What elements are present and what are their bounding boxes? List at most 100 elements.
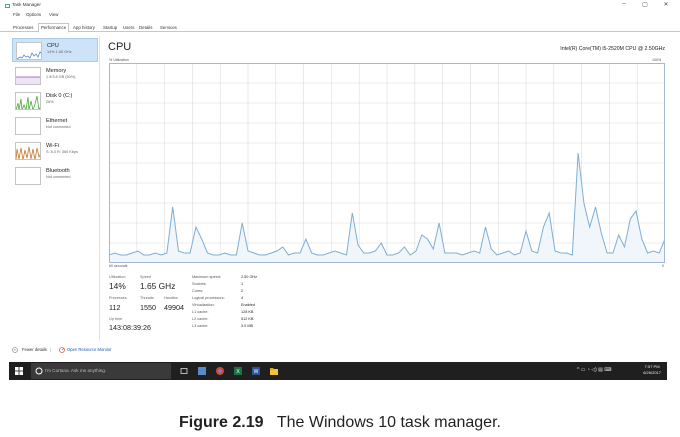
detail-value-l1-cache: 128 KB [241, 310, 254, 314]
tab-services[interactable]: Services [158, 24, 179, 32]
utilization-label: Utilization [109, 275, 126, 279]
tab-bar: Processes Performance App history Startu… [0, 22, 680, 33]
tab-performance[interactable]: Performance [38, 23, 70, 33]
x-axis-left-label: 60 seconds [109, 264, 128, 268]
detail-key-sockets: Sockets: [192, 282, 207, 286]
uptime-value: 143:08:39:26 [109, 323, 151, 332]
windows-taskbar: I'm Cortana. Ask me anything. X W ^ ▭ ◔ … [9, 362, 667, 380]
detail-value-l3-cache: 3.0 MB [241, 324, 254, 328]
figure-caption-text: The Windows 10 task manager. [276, 414, 501, 431]
task-manager-app-icon [5, 4, 10, 8]
sidebar-item-wifi[interactable]: Wi-Fi S: 8.0 R: 360 Kbps [12, 139, 98, 163]
detail-value-sockets: 1 [241, 282, 244, 286]
sidebar-ethernet-title: Ethernet [46, 118, 68, 124]
sidebar-memory-sub: 1.9/3.8 GB (50%) [46, 75, 76, 79]
app-taskbar-icon[interactable] [197, 366, 207, 376]
fewer-details-button[interactable]: Fewer details [22, 347, 47, 352]
y-axis-label: % Utilization [109, 58, 129, 62]
detail-key-max-speed: Maximum speed: [192, 275, 221, 279]
sidebar-item-cpu[interactable]: CPU 14% 1.65 GHz [12, 38, 98, 62]
maximize-button[interactable]: ▢ [639, 1, 651, 8]
tab-startup[interactable]: Startup [101, 24, 119, 32]
bluetooth-thumbnail-graph [15, 167, 41, 185]
disk-thumbnail-graph [15, 92, 41, 110]
speed-value: 1.65 GHz [140, 281, 176, 291]
detail-key-l2-cache: L2 cache: [192, 317, 209, 321]
sidebar-item-bluetooth[interactable]: Bluetooth Not connected [12, 164, 98, 188]
svg-text:W: W [254, 369, 259, 375]
processes-value: 112 [109, 303, 121, 312]
handles-value: 49904 [164, 303, 184, 312]
sidebar-disk-title: Disk 0 (C:) [46, 93, 73, 99]
task-manager-window: Task Manager – ▢ ✕ File Options View Pro… [0, 0, 680, 380]
detail-value-l2-cache: 512 KB [241, 317, 254, 321]
excel-icon[interactable]: X [233, 366, 243, 376]
detail-value-cores: 2 [241, 289, 244, 293]
sidebar-wifi-sub: S: 8.0 R: 360 Kbps [46, 150, 78, 154]
threads-label: Threads [140, 296, 154, 300]
taskbar-clock[interactable]: 7:57 PM 6/26/2017 [643, 364, 661, 376]
tab-app-history[interactable]: App history [71, 24, 97, 32]
menu-view[interactable]: View [49, 12, 58, 17]
utilization-value: 14% [109, 281, 126, 291]
handles-label: Handles [164, 296, 178, 300]
tab-users[interactable]: Users [121, 24, 136, 32]
sidebar-bluetooth-title: Bluetooth [46, 168, 70, 174]
x-axis-right-label: 0 [662, 264, 664, 268]
footer-separator: | [50, 347, 52, 352]
detail-value-max-speed: 2.50 GHz [241, 275, 258, 279]
cortana-search-box[interactable]: I'm Cortana. Ask me anything. [31, 363, 171, 379]
close-button[interactable]: ✕ [660, 1, 672, 8]
detail-key-virtualization: Virtualization: [192, 303, 215, 307]
file-explorer-icon[interactable] [269, 366, 279, 376]
sidebar-item-ethernet[interactable]: Ethernet Not connected [12, 114, 98, 138]
tab-processes[interactable]: Processes [11, 24, 36, 32]
detail-value-logical-processors: 4 [241, 296, 244, 300]
figure-caption-label: Figure 2.19 [179, 414, 264, 431]
menu-file[interactable]: File [13, 12, 20, 17]
system-tray-icons[interactable]: ^ ▭ ◔ ◁) ▤ ⌨ [577, 367, 612, 373]
cortana-circle-icon [35, 367, 43, 375]
detail-key-cores: Cores: [192, 289, 204, 293]
cpu-utilization-graph [109, 63, 665, 263]
minimize-button[interactable]: – [618, 1, 630, 7]
sidebar-cpu-title: CPU [47, 43, 59, 49]
task-view-icon[interactable] [179, 366, 189, 376]
detail-key-l3-cache: L3 cache: [192, 324, 209, 328]
clock-date: 6/26/2017 [643, 370, 661, 375]
sidebar-disk-sub: 26% [46, 100, 54, 104]
menu-options[interactable]: Options [26, 12, 41, 17]
detail-value-virtualization: Enabled [241, 303, 255, 307]
menu-bar: File Options View [0, 11, 680, 19]
windows-start-icon[interactable] [15, 367, 23, 375]
sidebar-item-memory[interactable]: Memory 1.9/3.8 GB (50%) [12, 64, 98, 88]
open-resource-monitor-link[interactable]: Open Resource Monitor [67, 347, 111, 352]
sidebar-cpu-sub: 14% 1.65 GHz [47, 50, 72, 54]
sidebar-memory-title: Memory [46, 68, 67, 74]
sidebar-ethernet-sub: Not connected [46, 125, 71, 129]
chrome-icon[interactable] [215, 366, 225, 376]
tab-details[interactable]: Details [137, 24, 154, 32]
speed-label: Speed [140, 275, 151, 279]
window-title: Task Manager [12, 2, 41, 7]
wifi-thumbnail-graph [15, 142, 41, 160]
detail-key-l1-cache: L1 cache: [192, 310, 209, 314]
y-max-label: 100% [652, 58, 662, 62]
threads-value: 1550 [140, 303, 156, 312]
sidebar-bluetooth-sub: Not connected [46, 175, 71, 179]
cpu-thumbnail-graph [16, 42, 42, 60]
detail-key-logical-processors: Logical processors: [192, 296, 225, 300]
resource-sidebar: CPU 14% 1.65 GHz Memory 1.9/3.8 GB (50%)… [10, 36, 100, 341]
cpu-model-name: Intel(R) Core(TM) i5-2520M CPU @ 2.50GHz [560, 46, 665, 52]
resource-monitor-icon [59, 347, 65, 353]
processes-label: Processes [109, 296, 127, 300]
word-icon[interactable]: W [251, 366, 261, 376]
sidebar-item-disk[interactable]: Disk 0 (C:) 26% [12, 89, 98, 113]
sidebar-wifi-title: Wi-Fi [46, 143, 60, 149]
figure-caption: Figure 2.19 The Windows 10 task manager. [0, 414, 680, 432]
title-bar: Task Manager – ▢ ✕ [0, 0, 680, 11]
chevron-up-icon [12, 347, 18, 353]
page-title: CPU [108, 41, 132, 53]
memory-thumbnail-graph [15, 67, 41, 85]
search-placeholder: I'm Cortana. Ask me anything. [45, 368, 107, 373]
